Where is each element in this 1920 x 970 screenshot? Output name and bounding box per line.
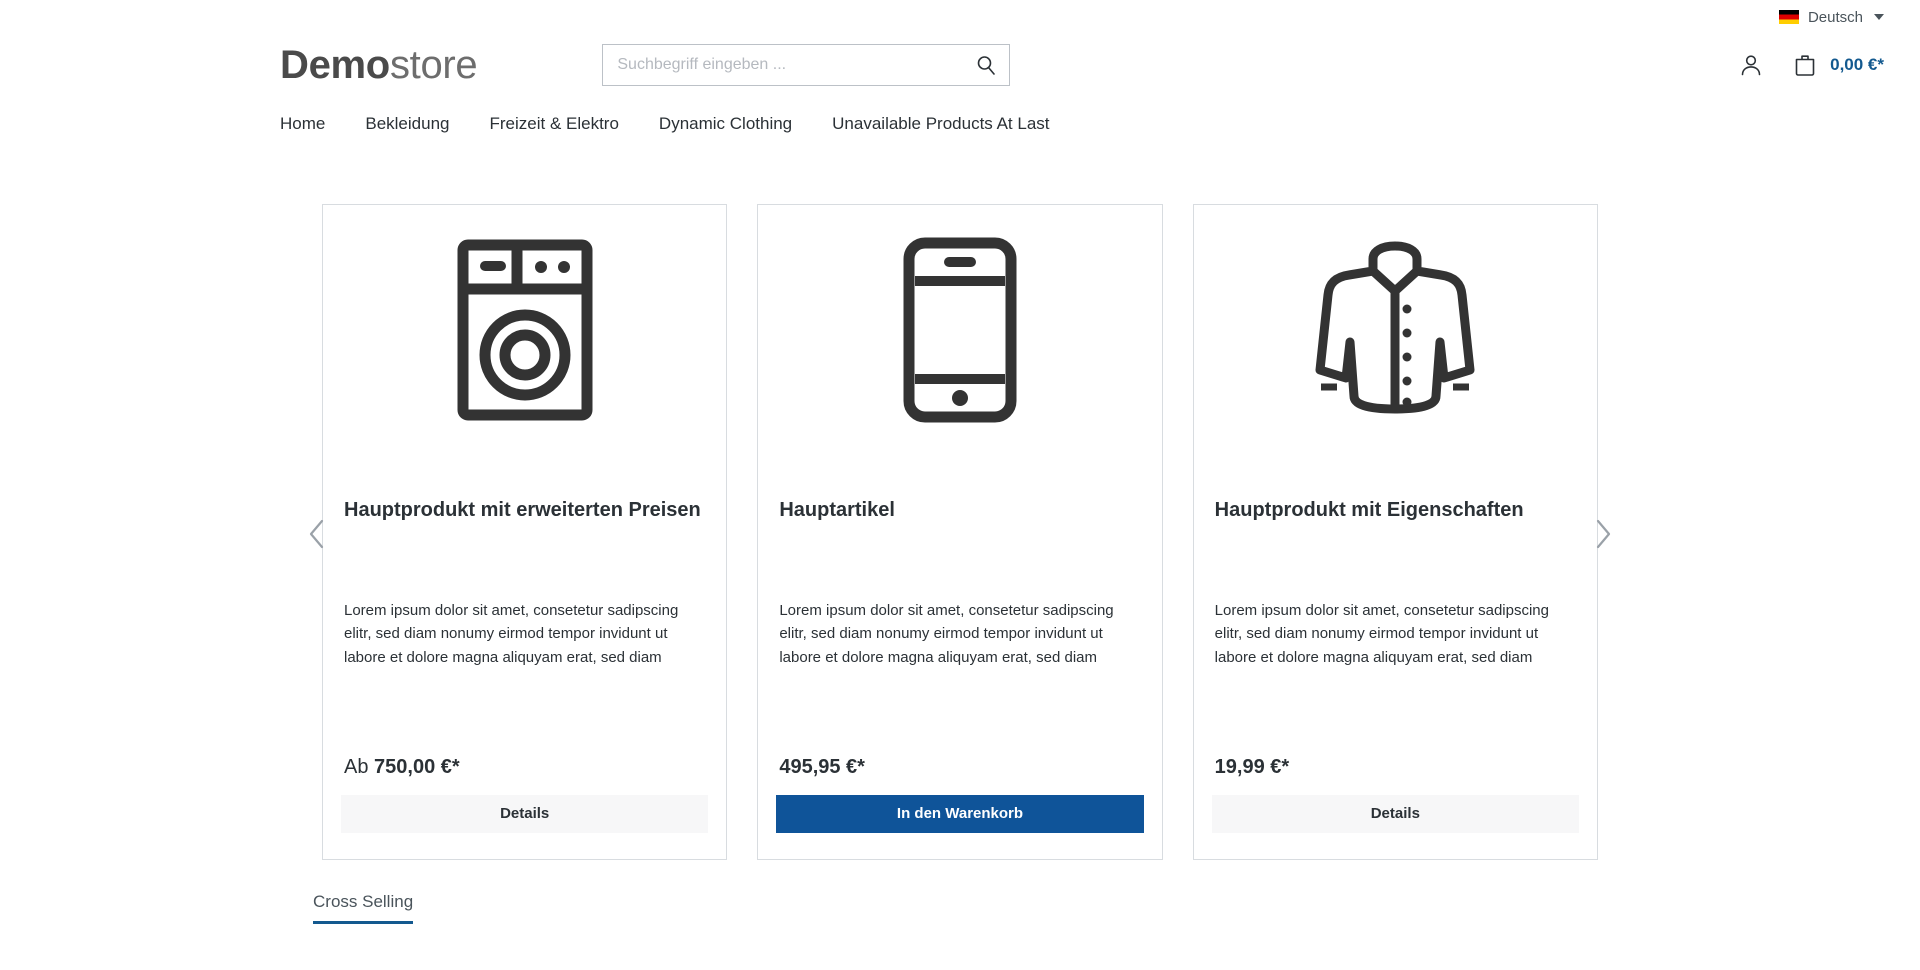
- smartphone-icon: [903, 237, 1017, 423]
- product-price: 495,95 €*: [776, 756, 1143, 795]
- logo-light-part: store: [389, 43, 478, 87]
- card-spacer: [1212, 669, 1579, 756]
- header-actions: 0,00 €*: [1734, 48, 1884, 82]
- product-description: Lorem ipsum dolor sit amet, consetetur s…: [1214, 602, 1549, 666]
- chevron-right-icon: [1596, 519, 1611, 549]
- search-icon: [978, 56, 996, 75]
- product-image[interactable]: [776, 223, 1143, 437]
- main-navigation: Home Bekleidung Freizeit & Elektro Dynam…: [0, 96, 1920, 142]
- site-header: Demostore 0,00 €*: [0, 34, 1920, 96]
- tab-cross-selling[interactable]: Cross Selling: [313, 892, 414, 924]
- product-slider: Hauptprodukt mit erweiterten Preisen Lor…: [0, 204, 1920, 864]
- price-amount: 495,95 €*: [779, 756, 865, 778]
- nav-item-freizeit-elektro[interactable]: Freizeit & Elektro: [489, 114, 618, 134]
- language-switcher[interactable]: Deutsch: [1778, 8, 1884, 26]
- nav-item-bekleidung[interactable]: Bekleidung: [365, 114, 449, 134]
- jacket-icon: [1315, 241, 1475, 414]
- user-icon: [1741, 55, 1761, 76]
- product-image[interactable]: [341, 223, 708, 437]
- card-spacer: [776, 669, 1143, 756]
- top-utility-bar: Deutsch: [0, 0, 1920, 34]
- search-form: [602, 44, 1011, 86]
- product-card[interactable]: Hauptprodukt mit erweiterten Preisen Lor…: [322, 204, 728, 860]
- nav-item-unavailable-products[interactable]: Unavailable Products At Last: [832, 114, 1049, 134]
- logo-bold-part: Demo: [280, 43, 390, 87]
- product-price: 19,99 €*: [1212, 756, 1579, 795]
- cart-total-amount: 0,00 €*: [1830, 55, 1884, 74]
- product-details-button[interactable]: Details: [341, 795, 709, 833]
- add-to-cart-button[interactable]: In den Warenkorb: [776, 795, 1144, 833]
- price-amount: 19,99 €*: [1214, 756, 1290, 778]
- slider-next-button[interactable]: [1582, 507, 1624, 561]
- product-title[interactable]: Hauptprodukt mit Eigenschaften: [1212, 497, 1579, 523]
- site-logo[interactable]: Demostore: [280, 43, 478, 87]
- product-card[interactable]: Hauptartikel Lorem ipsum dolor sit amet,…: [757, 204, 1163, 860]
- search-input[interactable]: [603, 45, 964, 85]
- product-price: Ab 750,00 €*: [341, 756, 708, 795]
- cart-widget[interactable]: 0,00 €*: [1792, 52, 1884, 78]
- chevron-down-icon: [1874, 14, 1884, 20]
- nav-item-home[interactable]: Home: [280, 114, 325, 134]
- product-title[interactable]: Hauptartikel: [776, 497, 1143, 523]
- price-prefix: Ab: [344, 756, 375, 778]
- product-title[interactable]: Hauptprodukt mit erweiterten Preisen: [341, 497, 708, 523]
- account-button[interactable]: [1734, 48, 1768, 82]
- washing-machine-icon: [457, 239, 593, 421]
- product-details-button[interactable]: Details: [1211, 795, 1579, 833]
- cart-bag-icon: [1795, 55, 1815, 76]
- product-card[interactable]: Hauptprodukt mit Eigenschaften Lorem ips…: [1192, 204, 1598, 860]
- german-flag-icon: [1778, 10, 1799, 24]
- cross-selling-tabs: Cross Selling: [0, 892, 1920, 924]
- language-label: Deutsch: [1807, 8, 1863, 26]
- product-image[interactable]: [1212, 223, 1579, 437]
- product-description: Lorem ipsum dolor sit amet, consetetur s…: [344, 602, 679, 666]
- chevron-left-icon: [309, 519, 324, 549]
- product-description: Lorem ipsum dolor sit amet, consetetur s…: [779, 602, 1114, 666]
- card-spacer: [341, 669, 708, 756]
- search-button[interactable]: [963, 45, 1009, 85]
- search-area: [602, 44, 1011, 86]
- slider-prev-button[interactable]: [296, 507, 338, 561]
- price-amount: 750,00 €*: [374, 756, 460, 778]
- product-card-list: Hauptprodukt mit erweiterten Preisen Lor…: [0, 204, 1920, 860]
- nav-item-dynamic-clothing[interactable]: Dynamic Clothing: [659, 114, 792, 134]
